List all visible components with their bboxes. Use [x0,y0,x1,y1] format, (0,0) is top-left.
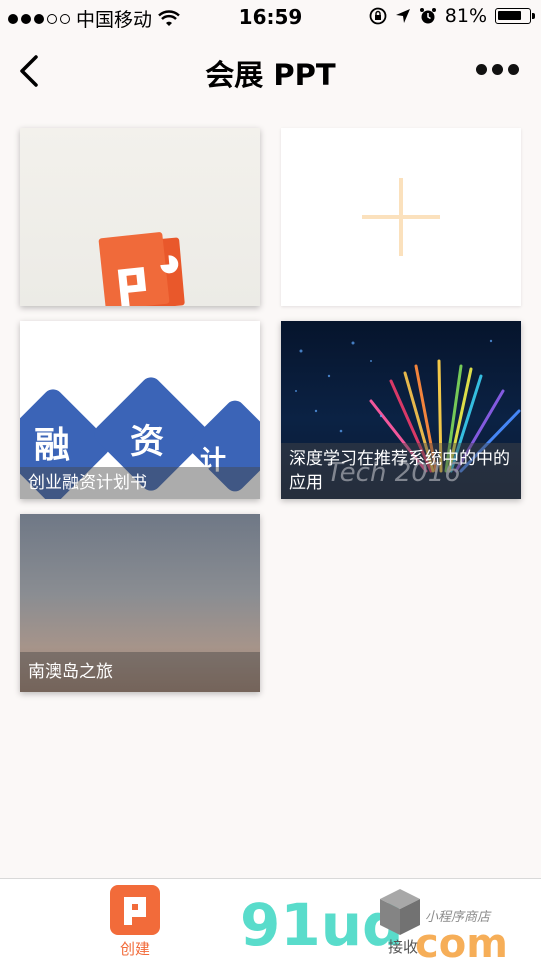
svg-text:91ud: 91ud [240,891,404,959]
navigation-bar: 会展 PPT [0,34,541,106]
status-bar: 中国移动 16:59 81% [0,0,541,34]
alarm-clock-icon [419,8,436,24]
deck-title: 南澳岛之旅 [20,652,260,692]
rotation-lock-icon [369,7,387,25]
more-options-icon[interactable] [476,64,519,75]
add-ppt-button[interactable] [281,128,521,306]
deck-title: 创业融资计划书 [20,467,260,499]
ppt-thumbnail-card[interactable] [20,128,260,306]
deck-title: 深度学习在推荐系统中的中的应用 [281,443,521,499]
battery-icon [495,8,535,24]
location-arrow-icon [395,9,410,23]
deck-card[interactable]: Tech 2016 深度学习在推荐系统中的中的应用 [281,321,521,499]
cover-text-2: 资 [130,422,164,462]
powerpoint-icon [98,232,185,306]
deck-card[interactable]: 南澳岛之旅 [20,514,260,692]
tab-receive[interactable]: 接收 [388,936,418,957]
battery-percent: 81% [444,5,487,27]
svg-text:小程序商店: 小程序商店 [425,910,492,925]
bottom-tab-bar: 创建 91ud com 小程序商店 接收 [0,878,541,961]
create-ppt-icon [110,885,160,935]
plus-icon [362,178,440,256]
tab-create[interactable]: 创建 [110,885,160,959]
page-title: 会展 PPT [205,58,336,92]
deck-card[interactable]: 融 资 计 创业融资计划书 [20,321,260,499]
svg-text:com: com [415,921,508,959]
status-right: 81% [369,5,535,27]
cover-text-1: 融 [34,425,70,466]
tab-create-label: 创建 [119,940,150,958]
